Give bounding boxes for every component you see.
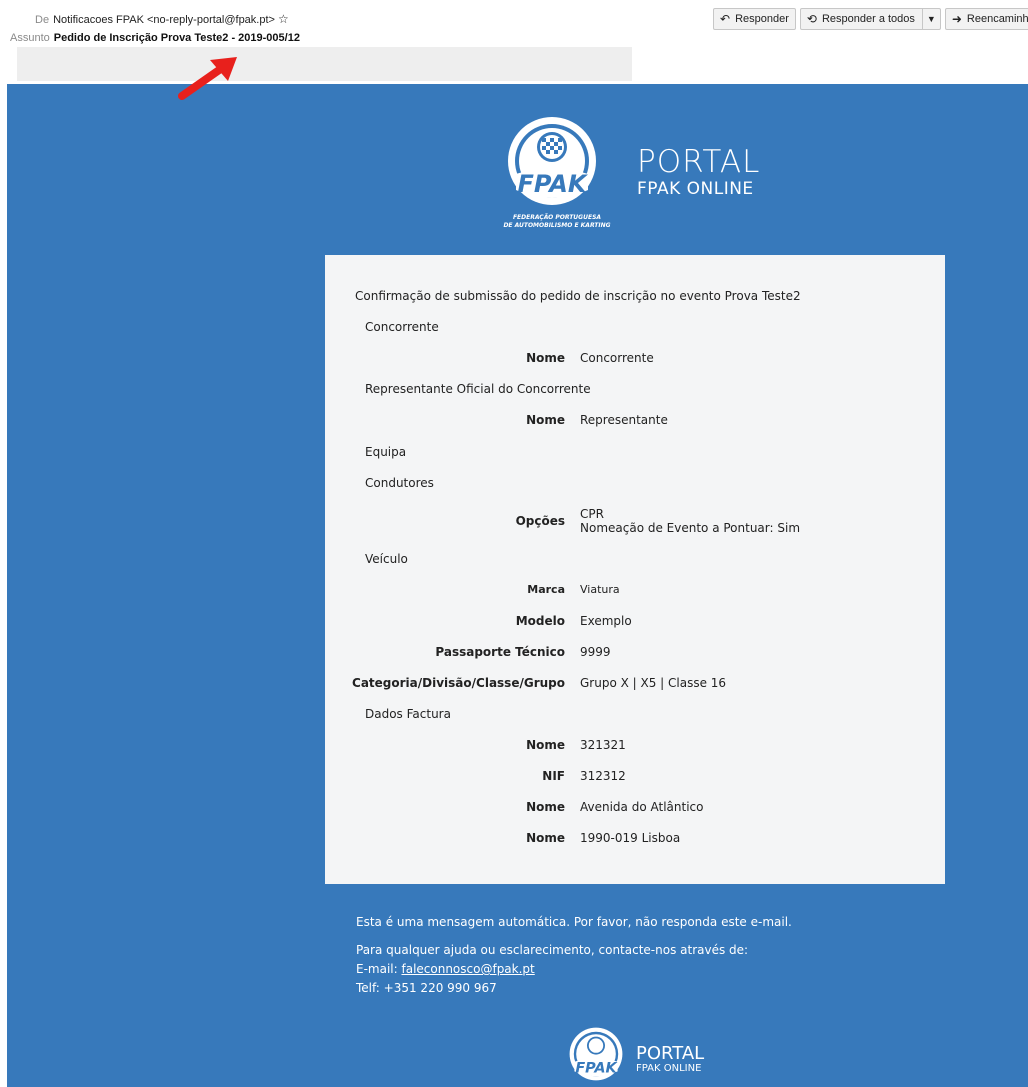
field-factura-nome-2: Nome Avenida do Atlântico: [325, 800, 945, 814]
star-icon[interactable]: ☆: [278, 12, 289, 26]
field-value: 1990-019 Lisboa: [580, 831, 681, 845]
field-value: 312312: [580, 769, 626, 783]
opcoes-value-2: Nomeação de Evento a Pontuar: Sim: [580, 521, 801, 535]
fpak-brand-text: FPAK: [518, 170, 589, 198]
field-value: Exemplo: [580, 614, 632, 628]
footer-portal-subtitle: FPAK ONLINE: [636, 1063, 702, 1074]
message-toolbar: ↶ Responder ⟲ Responder a todos ▼ ➜ Reen…: [713, 8, 1028, 30]
reply-icon: ↶: [720, 12, 731, 26]
field-label: NIF: [542, 769, 565, 783]
reply-button[interactable]: ↶ Responder: [713, 8, 796, 30]
field-label: Nome: [526, 831, 565, 845]
subject-value: Pedido de Inscrição Prova Teste2 - 2019-…: [53, 32, 300, 44]
field-label: Categoria/Divisão/Classe/Grupo: [352, 676, 565, 690]
field-concorrente-nome: Nome Concorrente: [325, 351, 945, 365]
chevron-down-icon[interactable]: ▼: [921, 9, 940, 29]
section-condutores: Condutores: [365, 476, 434, 490]
from-line: De Notificacoes FPAK <no-reply-portal@fpa…: [35, 12, 289, 26]
field-value: 9999: [580, 645, 611, 659]
section-equipa: Equipa: [365, 445, 407, 459]
auto-message: Esta é uma mensagem automática. Por favo…: [356, 915, 792, 929]
field-factura-nome-3: Nome 1990-019 Lisboa: [325, 831, 945, 845]
footer-portal-block: PORTAL FPAK ONLINE: [636, 1044, 704, 1074]
help-line: Para qualquer ajuda ou esclarecimento, c…: [356, 943, 749, 957]
reply-all-icon: ⟲: [806, 12, 817, 26]
field-label: Nome: [526, 800, 565, 814]
fpak-logo: FPAK: [502, 116, 602, 220]
email-header: De Notificacoes FPAK <no-reply-portal@fpa…: [0, 0, 1028, 84]
field-passaporte: Passaporte Técnico 9999: [325, 645, 945, 659]
from-label: De: [35, 14, 50, 26]
section-veiculo: Veículo: [365, 552, 408, 566]
section-concorrente: Concorrente: [365, 320, 439, 334]
field-value: Concorrente: [580, 351, 654, 365]
email-link[interactable]: faleconnosco@fpak.pt: [401, 962, 534, 976]
footer-portal-title: PORTAL: [636, 1043, 705, 1064]
opcoes-value-1: CPR: [580, 507, 604, 521]
email-label: E-mail:: [356, 962, 402, 976]
field-value: CPR Nomeação de Evento a Pontuar: Sim: [580, 507, 945, 535]
header-info-bar: [17, 47, 632, 81]
field-value: Avenida do Atlântico: [580, 800, 704, 814]
field-value: 321321: [580, 738, 626, 752]
field-representante-nome: Nome Representante: [325, 413, 945, 427]
section-dados-factura: Dados Factura: [365, 707, 451, 721]
from-value[interactable]: Notificacoes FPAK <no-reply-portal@fpak.…: [53, 14, 275, 26]
federation-line-1: FEDERAÇÃO PORTUGUESA: [512, 214, 602, 221]
red-arrow: [178, 57, 237, 100]
reply-all-label: Responder a todos: [821, 13, 915, 25]
email-footer: Esta é uma mensagem automática. Por favo…: [356, 913, 792, 998]
field-label: Marca: [527, 583, 565, 596]
reply-label: Responder: [735, 13, 789, 25]
footer-brand-text: FPAK: [575, 1061, 618, 1077]
field-value: Representante: [580, 413, 668, 427]
forward-button[interactable]: ➜ Reencaminhar: [944, 8, 1028, 30]
field-modelo: Modelo Exemplo: [325, 614, 945, 628]
forward-label: Reencaminhar: [966, 13, 1028, 25]
field-label: Modelo: [515, 614, 565, 628]
section-representante: Representante Oficial do Concorrente: [365, 382, 591, 396]
portal-title-block: PORTAL FPAK ONLINE: [637, 145, 760, 199]
field-value: Viatura: [580, 583, 620, 596]
federation-line-2: DE AUTOMOBILISMO E KARTING: [503, 222, 611, 229]
footer-fpak-logo: FPAK: [566, 1027, 626, 1087]
field-label: Nome: [526, 413, 565, 427]
field-label: Nome: [526, 351, 565, 365]
federation-name: FEDERAÇÃO PORTUGUESA DE AUTOMOBILISMO E …: [492, 214, 622, 230]
field-value: Grupo X | X5 | Classe 16: [580, 676, 727, 690]
field-marca: Marca Viatura: [325, 583, 945, 596]
forward-icon: ➜: [951, 12, 962, 26]
field-categoria: Categoria/Divisão/Classe/Grupo Grupo X |…: [325, 676, 945, 690]
field-opcoes: Opções CPR Nomeação de Evento a Pontuar:…: [325, 507, 945, 535]
field-factura-nome-1: Nome 321321: [325, 738, 945, 752]
reply-all-button[interactable]: ⟲ Responder a todos ▼: [799, 8, 941, 30]
phone-line: Telf: +351 220 990 967: [356, 981, 497, 995]
field-label: Passaporte Técnico: [435, 645, 565, 659]
portal-title: PORTAL: [637, 144, 761, 180]
confirmation-card: Confirmação de submissão do pedido de in…: [325, 255, 945, 884]
field-label: Nome: [526, 738, 565, 752]
email-line: E-mail: faleconnosco@fpak.pt: [356, 960, 792, 979]
field-label: Opções: [515, 514, 565, 528]
field-nif: NIF 312312: [325, 769, 945, 783]
subject-line: Assunto Pedido de Inscrição Prova Teste2 …: [10, 32, 300, 44]
intro-text: Confirmação de submissão do pedido de in…: [355, 289, 801, 303]
portal-subtitle: FPAK ONLINE: [637, 179, 754, 199]
subject-label: Assunto: [10, 32, 50, 44]
